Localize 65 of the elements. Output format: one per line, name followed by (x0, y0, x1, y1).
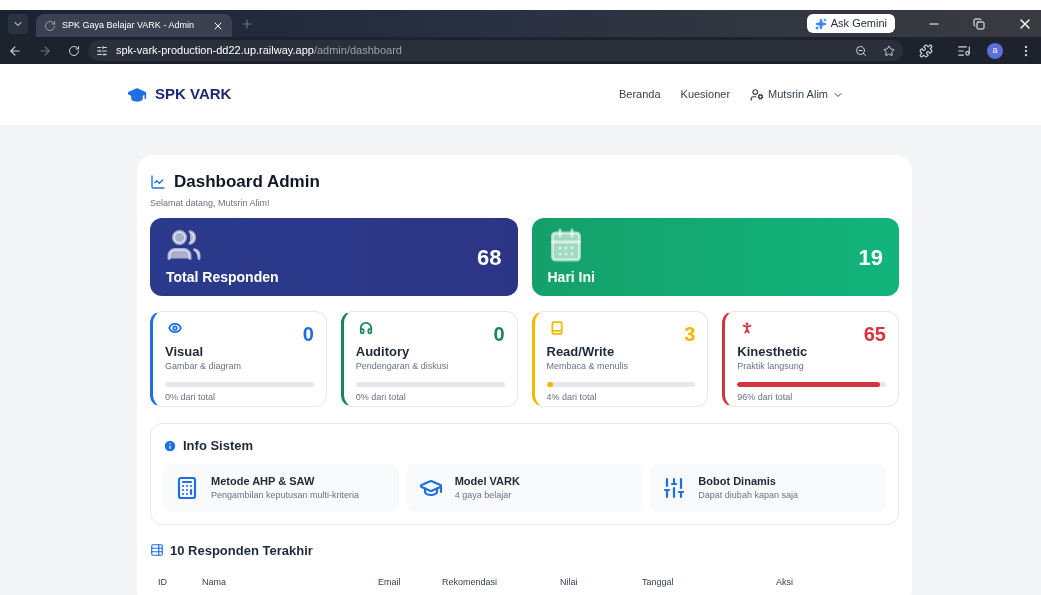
info-icon (163, 438, 177, 453)
extensions-icon[interactable] (919, 43, 933, 58)
style-name: Kinesthetic (737, 344, 809, 361)
tab-list-button[interactable] (8, 13, 28, 34)
summary-value: 19 (858, 243, 883, 272)
bookmark-icon[interactable] (883, 44, 895, 57)
url-text: spk-vark-production-dd22.up.railway.app/admin/dashboard (116, 43, 403, 59)
restore-icon[interactable] (973, 17, 985, 30)
style-share: 4% dari total (546, 390, 598, 404)
page-title: Dashboard Admin (174, 171, 320, 193)
style-share: 0% dari total (165, 390, 217, 404)
info-item-description: Pengambilan keputusan multi-kriteria (211, 489, 360, 502)
address-bar[interactable]: spk-vark-production-dd22.up.railway.app/admin/dashboard (88, 40, 903, 61)
calculator-icon (175, 475, 199, 500)
style-name: Visual (165, 344, 205, 361)
back-icon[interactable] (8, 43, 22, 58)
forward-icon[interactable] (38, 43, 52, 58)
sparkle-icon (814, 17, 827, 30)
summary-label: Total Responden (166, 267, 279, 287)
user-icon (750, 87, 765, 102)
info-item-title: Metode AHP & SAW (211, 473, 316, 489)
media-icon[interactable] (957, 43, 971, 58)
nav-link[interactable]: Beranda (618, 86, 661, 103)
info-title: Info Sistem (183, 437, 254, 455)
table-icon (150, 543, 164, 558)
tab-title: SPK Gaya Belajar VARK - Admin (62, 18, 195, 32)
info-item-title: Bobot Dinamis (698, 473, 777, 489)
sliders-icon (662, 475, 687, 500)
reload-icon[interactable] (68, 44, 80, 57)
column-header: Tanggal (642, 576, 675, 589)
style-count: 3 (684, 324, 696, 344)
style-description: Membaca & menulis (546, 360, 630, 374)
browser-tab[interactable]: SPK Gaya Belajar VARK - Admin (36, 14, 232, 37)
style-count: 0 (493, 324, 505, 344)
info-item-description: Dapat diubah kapan saja (698, 489, 798, 502)
table-title: 10 Responden Terakhir (170, 541, 313, 560)
column-header: Email (378, 576, 402, 589)
style-share: 0% dari total (355, 390, 407, 404)
info-item-title: Model VARK (454, 473, 520, 489)
style-count: 0 (302, 324, 314, 344)
style-description: Praktik langsung (737, 360, 805, 374)
ask-gemini-button[interactable]: Ask Gemini (806, 14, 895, 33)
info-item-description: 4 gaya belajar (454, 489, 513, 502)
column-header: Aksi (776, 576, 794, 589)
column-header: ID (158, 576, 168, 589)
site-settings-icon[interactable] (96, 44, 108, 57)
loading-icon (44, 19, 56, 32)
style-count: 65 (863, 324, 886, 344)
style-name: Read/Write (546, 344, 616, 361)
style-description: Pendengaran & diskusi (355, 360, 450, 374)
summary-label: Hari Ini (547, 267, 595, 287)
style-share: 96% dari total (737, 390, 794, 404)
welcome-text: Selamat datang, Mutsrin Alim! (150, 196, 271, 210)
column-header: Nama (202, 576, 227, 589)
chart-line-icon (150, 173, 166, 190)
user-menu[interactable]: Mutsrin Alim (750, 86, 844, 103)
summary-value: 68 (477, 243, 502, 272)
style-name: Auditory (355, 344, 411, 361)
nav-link[interactable]: Kuesioner (680, 86, 731, 103)
style-description: Gambar & diagram (165, 360, 243, 374)
column-header: Rekomendasi (442, 576, 499, 589)
column-header: Nilai (560, 576, 579, 589)
profile-avatar[interactable]: a (987, 42, 1003, 59)
zoom-icon[interactable] (855, 44, 867, 57)
brand-name[interactable]: SPK VARK (155, 83, 232, 106)
